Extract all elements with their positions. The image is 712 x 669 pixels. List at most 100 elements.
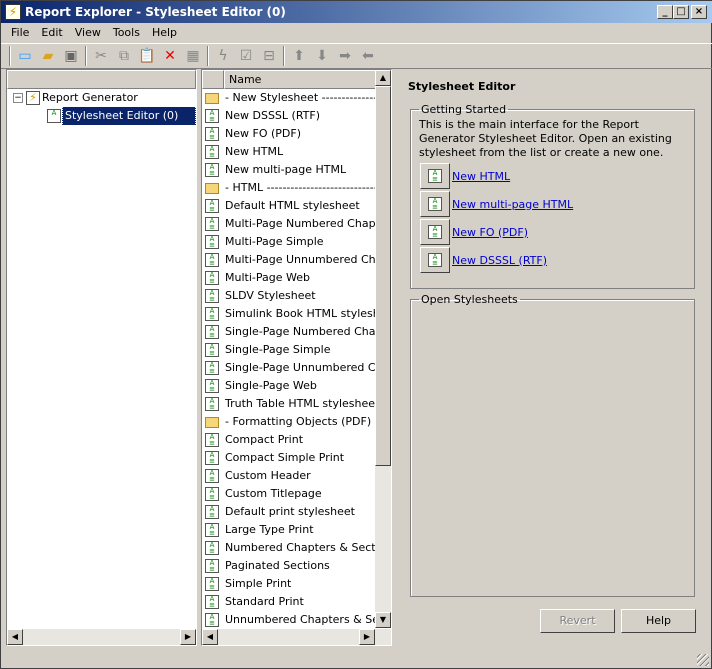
new-stylesheet-link[interactable]: New HTML — [452, 170, 510, 183]
category-row[interactable]: - New Stylesheet ---------------------- — [202, 89, 375, 107]
stylesheet-icon: A ≡ — [205, 271, 219, 285]
stylesheet-row[interactable]: A ≡ Single-Page Simple — [202, 341, 375, 359]
move-down-icon[interactable]: ⬇ — [313, 47, 331, 65]
tree-label: Report Generator — [42, 91, 138, 104]
stylesheet-row[interactable]: A ≡ Compact Print — [202, 431, 375, 449]
help-button[interactable]: Help — [621, 609, 696, 633]
stylesheet-row[interactable]: A ≡ Paginated Sections — [202, 557, 375, 575]
window-title: Report Explorer - Stylesheet Editor (0) — [25, 5, 286, 19]
stylesheet-row[interactable]: A≡ Multi-Page Numbered Chapters — [202, 215, 375, 233]
resize-grip[interactable] — [697, 654, 709, 666]
getting-started-group: Getting Started This is the main interfa… — [410, 103, 695, 289]
delete-icon[interactable]: ✕ — [161, 47, 179, 65]
open-stylesheets-group: Open Stylesheets — [410, 293, 695, 597]
menu-help[interactable]: Help — [146, 23, 183, 43]
list-hscrollbar[interactable]: ◀ ▶ — [202, 629, 391, 645]
move-up-icon[interactable]: ⬆ — [290, 47, 308, 65]
copy-icon[interactable]: ⧉ — [115, 47, 133, 65]
new-stylesheet-link[interactable]: New DSSSL (RTF) — [452, 254, 547, 267]
paste-icon[interactable]: 📋 — [138, 47, 156, 65]
maximize-button[interactable]: □ — [673, 5, 689, 19]
stylesheet-row[interactable]: A ≡ Truth Table HTML stylesheet — [202, 395, 375, 413]
tree-hscrollbar[interactable]: ◀ ▶ — [7, 629, 196, 645]
stylesheet-row[interactable]: A≡ Single-Page Unnumbered Chapters — [202, 359, 375, 377]
row-label: Standard Print — [225, 595, 304, 608]
tree-label: Stylesheet Editor (0) — [62, 107, 196, 125]
stylesheet-icon: A ≡ — [428, 169, 442, 183]
category-row[interactable]: - Formatting Objects (PDF) ----------- — [202, 413, 375, 431]
tree-item-stylesheet-editor[interactable]: A Stylesheet Editor (0) — [7, 107, 196, 125]
new-stylesheet-button[interactable]: A ≡ — [420, 247, 450, 273]
scroll-left-button[interactable]: ◀ — [7, 629, 23, 645]
close-button[interactable]: × — [691, 5, 707, 19]
open-stylesheets-label: Open Stylesheets — [421, 293, 518, 306]
stylesheet-row[interactable]: A ≡ New HTML — [202, 143, 375, 161]
stylesheet-row[interactable]: A≡ Multi-Page Unnumbered Chapters — [202, 251, 375, 269]
stylesheet-row[interactable]: A ≡ Multi-Page Simple — [202, 233, 375, 251]
stylesheet-row[interactable]: A ≡ Default HTML stylesheet — [202, 197, 375, 215]
stylesheet-row[interactable]: A ≡ Default print stylesheet — [202, 503, 375, 521]
collapse-icon[interactable]: − — [13, 93, 23, 103]
list-vscrollbar[interactable]: ▲ ▼ — [375, 70, 391, 628]
stylesheet-icon: A — [47, 109, 61, 123]
row-label: Compact Print — [225, 433, 304, 446]
scroll-thumb[interactable] — [375, 86, 391, 466]
grid-icon[interactable]: ▦ — [184, 47, 202, 65]
stylesheet-icon: A ≡ — [205, 523, 219, 537]
stylesheet-row[interactable]: A≡ Numbered Chapters & Sections — [202, 539, 375, 557]
new-stylesheet-button[interactable]: A ≡ — [420, 191, 450, 217]
stylesheet-icon: A ≡ — [205, 199, 219, 213]
stylesheet-row[interactable]: A ≡ Custom Titlepage — [202, 485, 375, 503]
scroll-right-button[interactable]: ▶ — [180, 629, 196, 645]
stylesheet-row[interactable]: A ≡ Simple Print — [202, 575, 375, 593]
stylesheet-row[interactable]: A ≡ SLDV Stylesheet — [202, 287, 375, 305]
name-column-header[interactable]: Name — [224, 70, 376, 89]
check-icon[interactable]: ☑ — [237, 47, 255, 65]
row-label: Multi-Page Simple — [225, 235, 324, 248]
revert-button[interactable]: Revert — [540, 609, 615, 633]
minimize-button[interactable]: _ — [657, 5, 673, 19]
stylesheet-row[interactable]: A ≡ Standard Print — [202, 593, 375, 611]
scroll-right-button[interactable]: ▶ — [359, 629, 375, 645]
remove-icon[interactable]: ⊟ — [260, 47, 278, 65]
stylesheet-list-pane: Name - New Stylesheet ------------------… — [201, 69, 392, 646]
new-icon[interactable]: ▭ — [16, 47, 34, 65]
stylesheet-row[interactable]: A ≡ New DSSSL (RTF) — [202, 107, 375, 125]
stylesheet-row[interactable]: A ≡ Single-Page Web — [202, 377, 375, 395]
menu-edit[interactable]: Edit — [35, 23, 68, 43]
stylesheet-row[interactable]: A ≡ Custom Header — [202, 467, 375, 485]
stylesheet-row[interactable]: A ≡ New multi-page HTML — [202, 161, 375, 179]
scroll-up-button[interactable]: ▲ — [375, 70, 391, 86]
menu-view[interactable]: View — [69, 23, 107, 43]
stylesheet-row[interactable]: A ≡ Multi-Page Web — [202, 269, 375, 287]
tree-item-report-generator[interactable]: − ⚡ Report Generator — [7, 89, 196, 107]
move-right-icon[interactable]: ➡ — [336, 47, 354, 65]
save-icon[interactable]: ▣ — [62, 47, 80, 65]
stylesheet-row[interactable]: A≡ Simulink Book HTML stylesheet — [202, 305, 375, 323]
menu-tools[interactable]: Tools — [107, 23, 146, 43]
stylesheet-row[interactable]: A ≡ Compact Simple Print — [202, 449, 375, 467]
stylesheet-row[interactable]: A ≡ New FO (PDF) — [202, 125, 375, 143]
stylesheet-row[interactable]: A≡ Unnumbered Chapters & Sections — [202, 611, 375, 629]
scroll-down-button[interactable]: ▼ — [375, 612, 391, 628]
row-label: Custom Header — [225, 469, 311, 482]
folder-icon — [205, 182, 219, 194]
category-row[interactable]: - HTML -------------------------------- — [202, 179, 375, 197]
new-stylesheet-link[interactable]: New multi-page HTML — [452, 198, 573, 211]
menu-file[interactable]: File — [5, 23, 35, 43]
new-stylesheet-link[interactable]: New FO (PDF) — [452, 226, 528, 239]
scroll-left-button[interactable]: ◀ — [202, 629, 218, 645]
separator — [85, 46, 87, 66]
row-label: Unnumbered Chapters & Sections — [225, 613, 375, 626]
new-stylesheet-button[interactable]: A ≡ — [420, 219, 450, 245]
new-stylesheet-button[interactable]: A ≡ — [420, 163, 450, 189]
cut-icon[interactable]: ✂ — [92, 47, 110, 65]
open-folder-icon[interactable]: ▰ — [39, 47, 57, 65]
row-label: Multi-Page Unnumbered Chapters — [225, 253, 375, 266]
stylesheet-row[interactable]: A ≡ Large Type Print — [202, 521, 375, 539]
run-report-icon[interactable]: ϟ — [214, 47, 232, 65]
row-label: - HTML -------------------------------- — [225, 181, 375, 194]
stylesheet-row[interactable]: A≡ Single-Page Numbered Chapters — [202, 323, 375, 341]
move-left-icon[interactable]: ⬅ — [359, 47, 377, 65]
row-label: Simple Print — [225, 577, 292, 590]
